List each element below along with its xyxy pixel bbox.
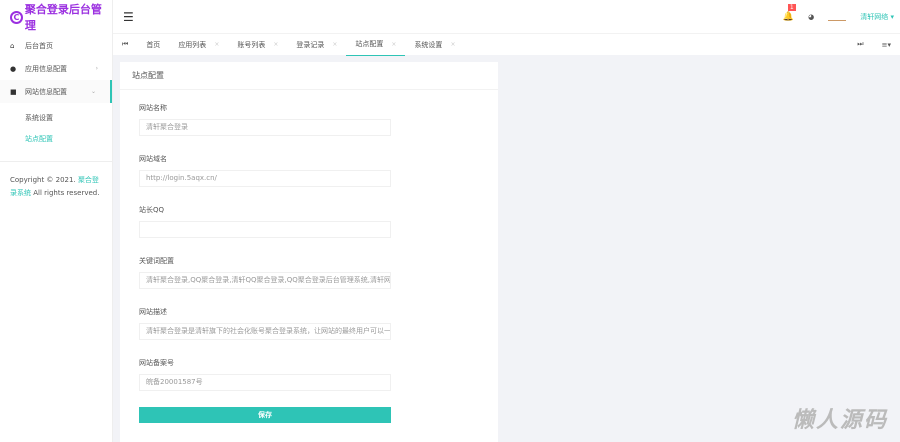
app-logo[interactable]: C 聚合登录后台管理 xyxy=(0,0,112,34)
site-config-card: 站点配置 网站名称清轩聚合登录 网站域名 http://login.5aqx.cn… xyxy=(120,62,498,442)
tab-account-list[interactable]: 账号列表 × xyxy=(228,34,287,56)
site-name-input[interactable]: 清轩聚合登录 xyxy=(139,119,391,136)
notification-badge: 1 xyxy=(787,3,796,11)
tab-bar: ⏮ 首页 应用列表 × 账号列表 × 登录记录 × 站点配置 × 系统设置 × ⏭ ≡▾ xyxy=(113,33,900,56)
menu-toggle-icon[interactable]: ☰ xyxy=(123,10,134,24)
keywords-input[interactable]: 清轩聚合登录,QQ聚合登录,清轩QQ聚合登录,QQ聚合登录后台管理系统,清轩网络… xyxy=(139,272,391,289)
tab-label: 系统设置 xyxy=(414,40,443,49)
card-title: 站点配置 xyxy=(120,62,498,90)
field-label: 关键词配置 xyxy=(139,257,174,265)
site-name-field: 网站名称清轩聚合登录 xyxy=(139,103,391,136)
tabs-prev-icon[interactable]: ⏮ xyxy=(113,34,137,56)
tab-label: 账号列表 xyxy=(237,40,266,49)
tab-site-config[interactable]: 站点配置 × xyxy=(346,34,406,56)
site-domain-field: 网站域名 http://login.5aqx.cn/ xyxy=(139,154,391,187)
tab-label: 首页 xyxy=(146,40,161,49)
copyright-text: Copyright © 2021. xyxy=(10,176,76,184)
close-icon[interactable]: × xyxy=(332,41,337,48)
user-name: 清轩网络 xyxy=(860,12,889,21)
logo-icon: C xyxy=(10,10,23,24)
description-field: 网站描述清轩聚合登录是清轩旗下的社会化账号聚合登录系统，让网站的最终用户可以一站… xyxy=(139,307,391,340)
description-input[interactable]: 清轩聚合登录是清轩旗下的社会化账号聚合登录系统，让网站的最终用户可以一站式 xyxy=(139,323,391,340)
chevron-right-icon: › xyxy=(95,65,98,72)
tab-system-settings[interactable]: 系统设置 × xyxy=(405,34,464,56)
close-icon[interactable]: × xyxy=(391,41,396,48)
site-domain-input[interactable]: http://login.5aqx.cn/ xyxy=(139,170,391,187)
admin-qq-field: 站长QQ xyxy=(139,205,391,238)
sidebar-item-site-config[interactable]: ■ 网站信息配置 ⌄ xyxy=(0,80,112,103)
admin-qq-input[interactable] xyxy=(139,221,391,238)
tab-login-log[interactable]: 登录记录 × xyxy=(287,34,346,56)
field-label: 网站域名 xyxy=(139,155,167,163)
sidebar-item-label: 后台首页 xyxy=(25,41,53,50)
keywords-field: 关键词配置清轩聚合登录,QQ聚合登录,清轩QQ聚合登录,QQ聚合登录后台管理系统… xyxy=(139,256,391,289)
avatar[interactable] xyxy=(828,13,847,21)
close-icon[interactable]: × xyxy=(214,41,219,48)
tab-label: 登录记录 xyxy=(296,40,325,49)
app-title: 聚合登录后台管理 xyxy=(24,3,102,32)
field-label: 站长QQ xyxy=(139,206,165,214)
tab-label: 站点配置 xyxy=(355,40,384,48)
icp-field: 网站备案号皖备20001587号 xyxy=(139,358,391,391)
bell-icon[interactable]: 🔔 1 xyxy=(783,3,796,22)
sidebar-item-app-config[interactable]: ● 应用信息配置 › xyxy=(0,57,112,80)
watermark-logo: 懒人源码 xyxy=(791,408,888,433)
theme-icon[interactable]: ◕ xyxy=(808,13,814,21)
tab-app-list[interactable]: 应用列表 × xyxy=(169,34,228,56)
tabs-menu-icon[interactable]: ≡▾ xyxy=(873,34,900,56)
sidebar-item-home[interactable]: ⌂ 后台首页 xyxy=(0,34,112,57)
sidebar-sub-site-config[interactable]: 站点配置 xyxy=(0,128,112,149)
sidebar-item-label: 网站信息配置 xyxy=(25,87,67,96)
save-button[interactable]: 保存 xyxy=(139,407,391,423)
top-bar: ☰ 🔔 1 ◕ 清轩网络 ▾ xyxy=(113,0,900,33)
tab-home[interactable]: 首页 xyxy=(137,34,169,56)
grid-icon: ■ xyxy=(10,87,17,96)
sidebar: C 聚合登录后台管理 ⌂ 后台首页 ● 应用信息配置 › ■ 网站信息配置 ⌄ 系统设置 站… xyxy=(0,0,113,442)
tab-label: 应用列表 xyxy=(178,40,207,49)
chevron-down-icon: ⌄ xyxy=(90,88,96,95)
palette-icon: ● xyxy=(10,64,17,73)
field-label: 网站描述 xyxy=(139,308,167,316)
tabs-next-icon[interactable]: ⏭ xyxy=(848,34,872,56)
copyright: Copyright © 2021. 聚合登录系统 All rights rese… xyxy=(0,161,112,212)
close-icon[interactable]: × xyxy=(273,41,278,48)
icp-input[interactable]: 皖备20001587号 xyxy=(139,374,391,391)
field-label: 网站备案号 xyxy=(139,359,174,367)
sidebar-sub-system-settings[interactable]: 系统设置 xyxy=(0,107,112,128)
home-icon: ⌂ xyxy=(10,41,15,50)
field-label: 网站名称 xyxy=(139,104,167,112)
rights-text: All rights reserved. xyxy=(33,189,100,197)
close-icon[interactable]: × xyxy=(450,41,455,48)
sidebar-item-label: 应用信息配置 xyxy=(25,64,67,73)
user-menu[interactable]: 清轩网络 ▾ xyxy=(860,12,894,22)
